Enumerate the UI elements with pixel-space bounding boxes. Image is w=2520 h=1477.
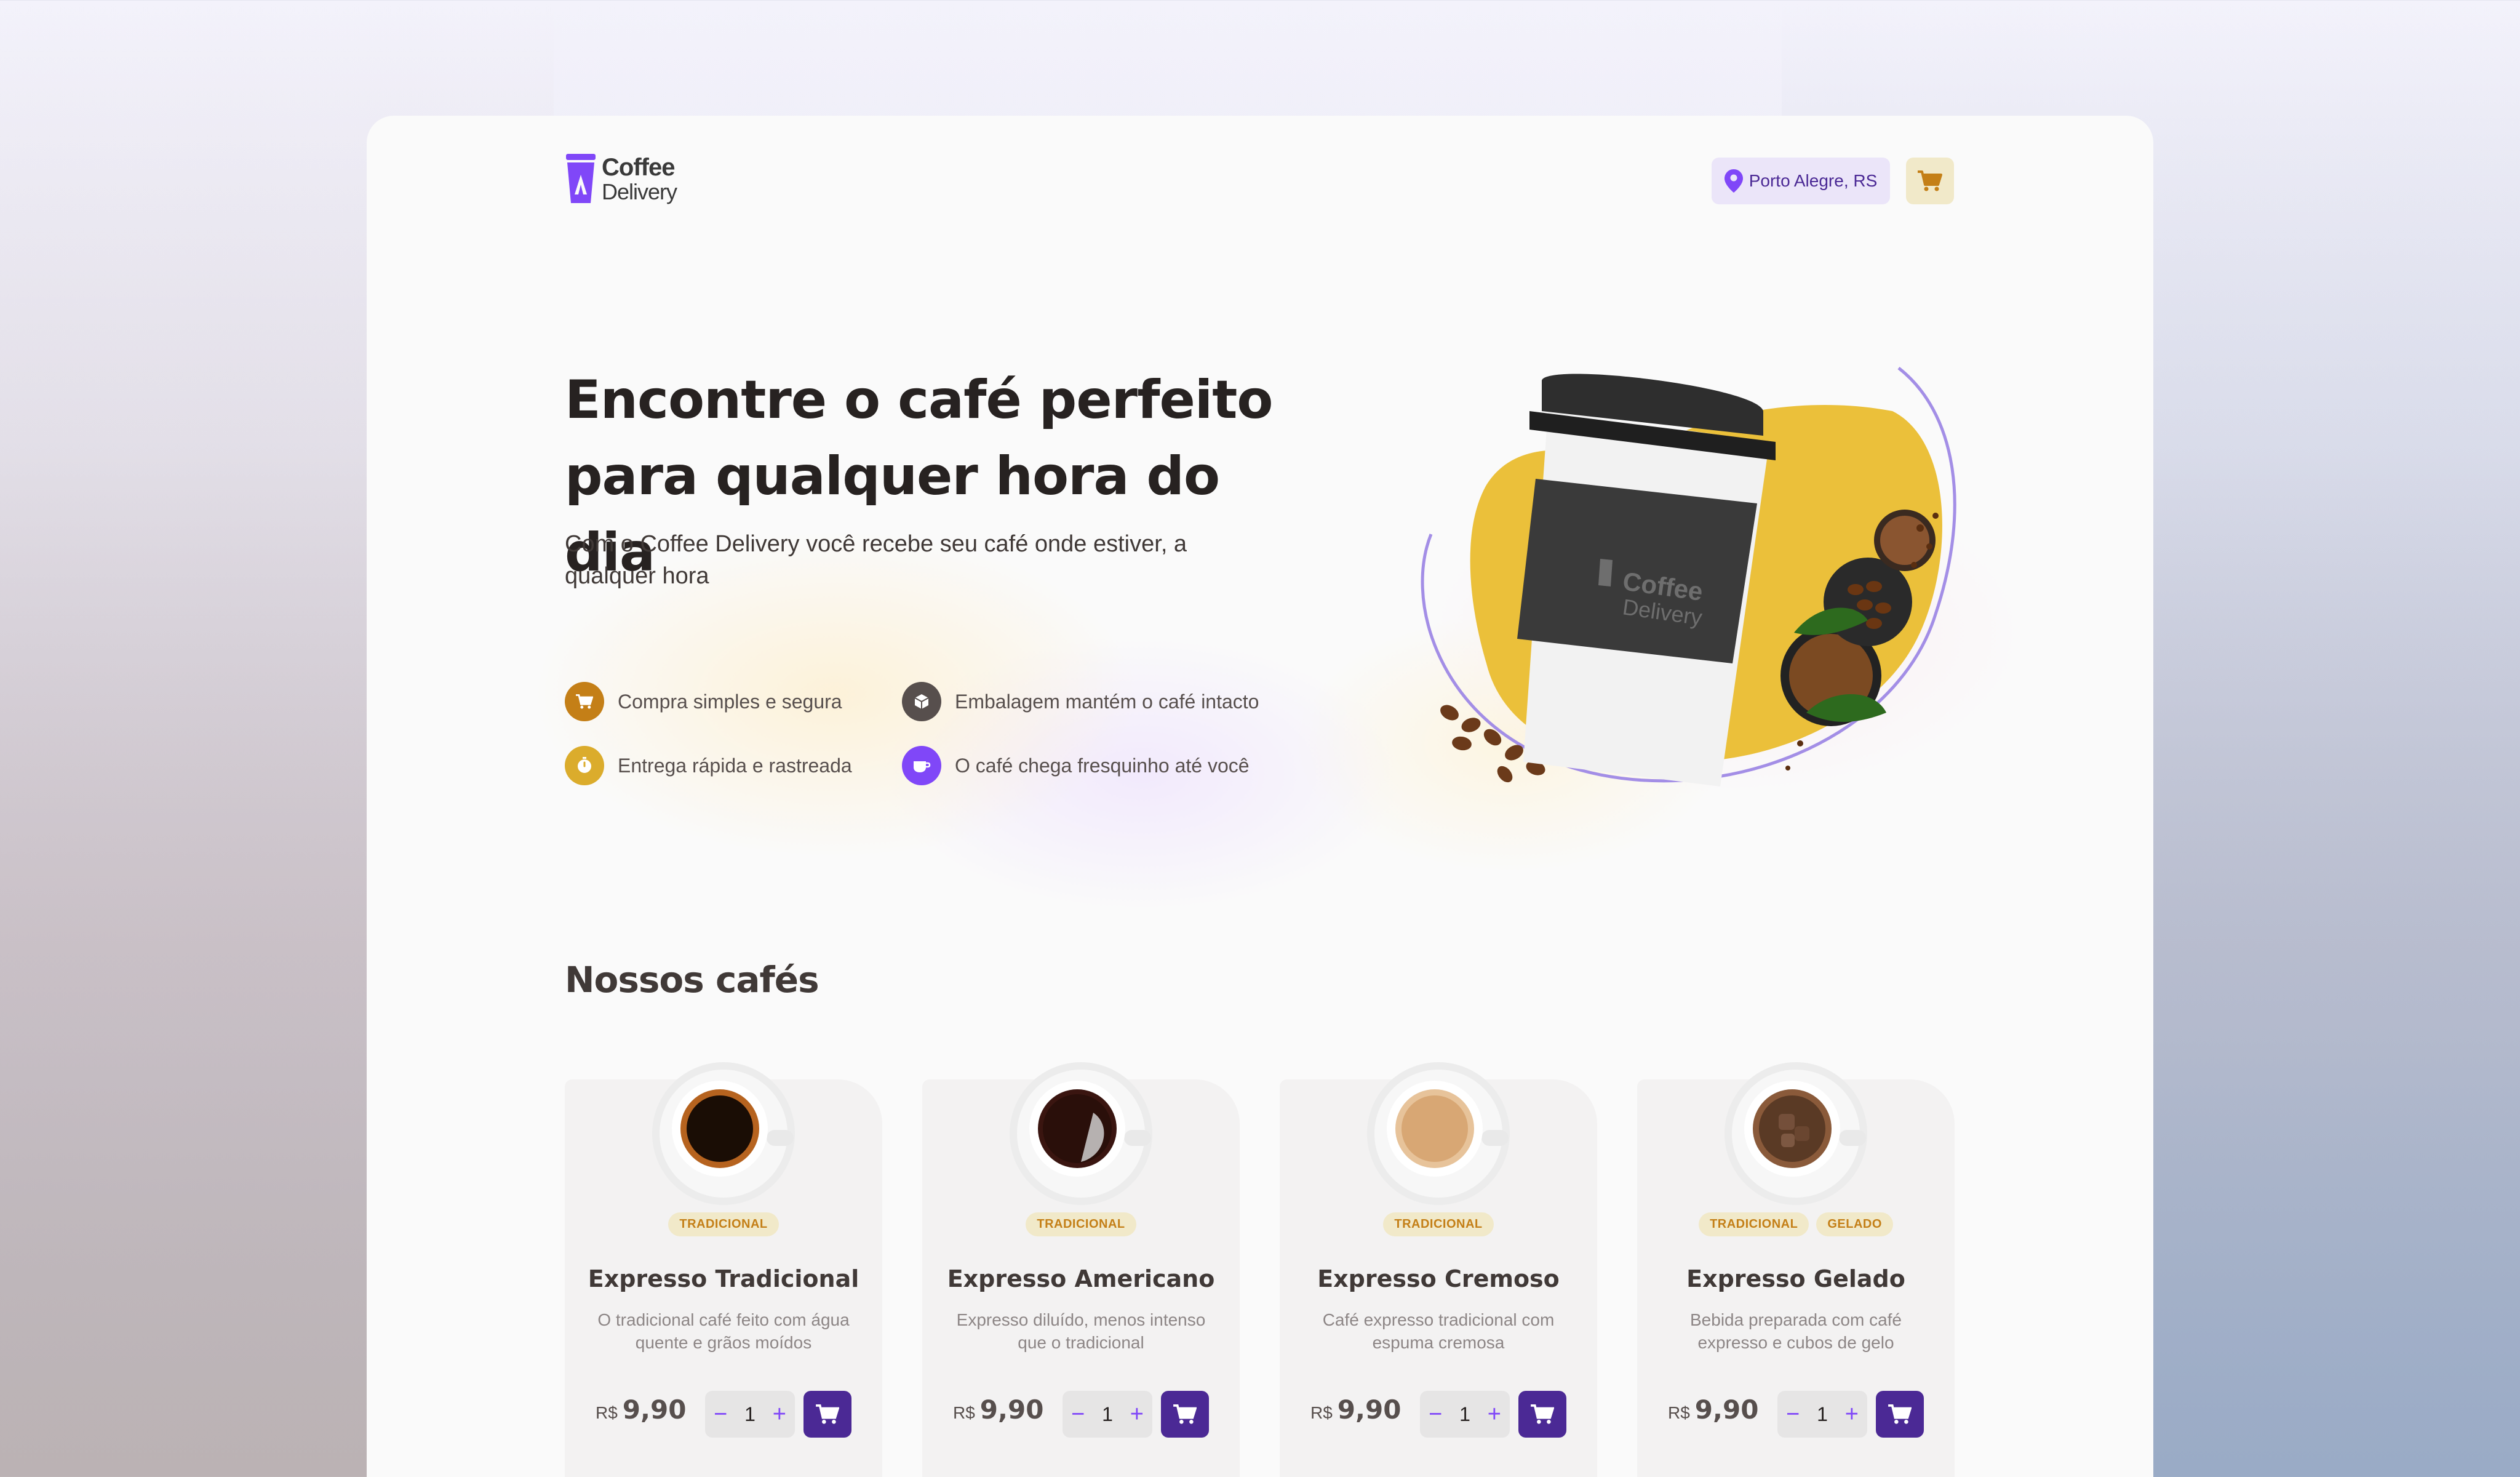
tag: TRADICIONAL xyxy=(1026,1212,1136,1236)
feature-label: Compra simples e segura xyxy=(618,690,842,713)
app-window: Coffee Delivery Porto Alegre, RS Encontr… xyxy=(367,116,2153,1477)
location-text: Porto Alegre, RS xyxy=(1748,171,1878,190)
quantity-stepper: − 1 + xyxy=(705,1391,795,1438)
quantity-value: 1 xyxy=(744,1403,756,1425)
minus-button[interactable]: − xyxy=(1429,1403,1442,1426)
logo[interactable]: Coffee Delivery xyxy=(565,154,677,204)
product-name: Expresso Americano xyxy=(947,1265,1215,1292)
product-description: Bebida preparada com café expresso e cub… xyxy=(1690,1310,1902,1352)
product-price: R$ 9,90 xyxy=(1668,1395,1759,1425)
tag: GELADO xyxy=(1816,1212,1893,1236)
timer-icon xyxy=(565,746,604,785)
feature-label: Entrega rápida e rastreada xyxy=(618,754,852,777)
quantity-stepper: − 1 + xyxy=(1063,1391,1152,1438)
package-icon xyxy=(902,682,941,721)
product-price: R$ 9,90 xyxy=(596,1395,687,1425)
cart-button[interactable] xyxy=(1906,158,1954,204)
logo-cup-icon xyxy=(566,154,596,203)
coffee-cup-image xyxy=(1725,1062,1867,1205)
cart-icon xyxy=(1531,1404,1554,1424)
quantity-stepper: − 1 + xyxy=(1420,1391,1510,1438)
tag: TRADICIONAL xyxy=(1699,1212,1809,1236)
coffee-icon xyxy=(902,746,941,785)
header: Coffee Delivery Porto Alegre, RS xyxy=(565,154,1955,215)
product-card: TRADICIONAL GELADO Expresso Gelado Bebid… xyxy=(1637,1062,1955,1477)
plus-button[interactable]: + xyxy=(773,1403,786,1426)
add-to-cart-button[interactable] xyxy=(1876,1391,1924,1438)
product-name: Expresso Cremoso xyxy=(1317,1265,1560,1292)
coffee-cup-image xyxy=(1010,1062,1152,1205)
cart-icon xyxy=(1173,1404,1197,1424)
product-card: TRADICIONAL Expresso Americano Expresso … xyxy=(922,1062,1240,1477)
location-button[interactable]: Porto Alegre, RS xyxy=(1712,158,1890,204)
product-name: Expresso Gelado xyxy=(1686,1265,1905,1292)
feature-simple-purchase: Compra simples e segura xyxy=(565,682,842,721)
section-title: Nossos cafés xyxy=(565,959,819,1001)
product-name: Expresso Tradicional xyxy=(588,1265,859,1292)
product-price: R$ 9,90 xyxy=(953,1395,1044,1425)
plus-button[interactable]: + xyxy=(1845,1403,1859,1426)
cart-icon xyxy=(1918,170,1942,191)
product-description: Expresso diluído, menos intenso que o tr… xyxy=(956,1310,1206,1352)
cart-icon xyxy=(565,682,604,721)
tag: TRADICIONAL xyxy=(1383,1212,1494,1236)
feature-packaging: Embalagem mantém o café intacto xyxy=(902,682,1259,721)
feature-fast-delivery: Entrega rápida e rastreada xyxy=(565,746,852,785)
hero-coffee-illustration: Coffee Delivery xyxy=(1363,343,1979,799)
product-card: TRADICIONAL Expresso Cremoso Café expres… xyxy=(1280,1062,1597,1477)
plus-button[interactable]: + xyxy=(1488,1403,1501,1426)
feature-label: Embalagem mantém o café intacto xyxy=(955,690,1259,713)
quantity-value: 1 xyxy=(1817,1403,1828,1425)
feature-label: O café chega fresquinho até você xyxy=(955,754,1250,777)
cart-icon xyxy=(1888,1404,1912,1424)
quantity-value: 1 xyxy=(1459,1403,1470,1425)
product-description: O tradicional café feito com água quente… xyxy=(597,1310,850,1352)
plus-button[interactable]: + xyxy=(1130,1403,1144,1426)
add-to-cart-button[interactable] xyxy=(803,1391,851,1438)
product-price: R$ 9,90 xyxy=(1310,1395,1402,1425)
map-pin-icon xyxy=(1724,169,1743,193)
add-to-cart-button[interactable] xyxy=(1161,1391,1209,1438)
quantity-value: 1 xyxy=(1102,1403,1113,1425)
product-card: TRADICIONAL Expresso Tradicional O tradi… xyxy=(565,1062,882,1477)
minus-button[interactable]: − xyxy=(1786,1403,1800,1426)
coffee-cup-image xyxy=(652,1062,795,1205)
add-to-cart-button[interactable] xyxy=(1518,1391,1566,1438)
coffee-cup-image xyxy=(1367,1062,1510,1205)
tag: TRADICIONAL xyxy=(668,1212,779,1236)
logo-subtitle: Delivery xyxy=(602,179,677,204)
minus-button[interactable]: − xyxy=(714,1403,727,1426)
cart-icon xyxy=(816,1404,839,1424)
minus-button[interactable]: − xyxy=(1071,1403,1085,1426)
product-description: Café expresso tradicional com espuma cre… xyxy=(1322,1310,1555,1352)
hero-subtitle: Com o Coffee Delivery você recebe seu ca… xyxy=(565,531,1187,589)
logo-title: Coffee xyxy=(602,154,675,181)
feature-fresh-coffee: O café chega fresquinho até você xyxy=(902,746,1250,785)
quantity-stepper: − 1 + xyxy=(1777,1391,1867,1438)
